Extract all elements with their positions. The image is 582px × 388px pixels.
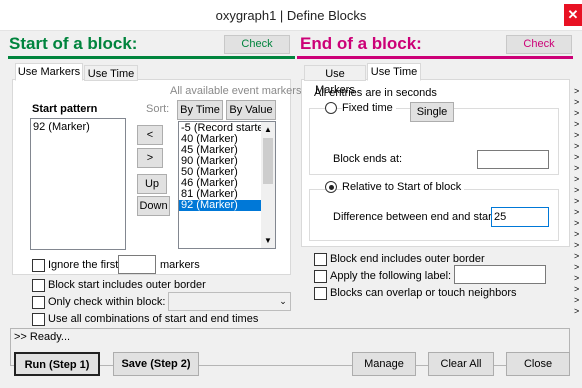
expand-arrow-icon[interactable]: > xyxy=(574,251,582,262)
log-text: >> Ready... xyxy=(14,331,71,343)
start-heading-underline xyxy=(8,56,295,59)
save-button[interactable]: Save (Step 2) xyxy=(113,352,199,376)
window-title: oxygraph1 | Define Blocks xyxy=(215,8,367,23)
tab-end-use-markers[interactable]: Use Markers xyxy=(304,65,366,96)
expand-arrow-icon[interactable]: > xyxy=(574,273,582,284)
scroll-up-icon[interactable]: ▲ xyxy=(262,125,274,135)
close-button[interactable]: Close xyxy=(506,352,570,376)
move-left-button[interactable]: < xyxy=(137,125,163,145)
chevron-down-icon[interactable]: ⌄ xyxy=(277,294,289,308)
fixed-time-radio[interactable] xyxy=(325,102,337,114)
start-outer-border-label: Block start includes outer border xyxy=(48,279,206,291)
overlap-checkbox[interactable] xyxy=(314,287,327,300)
expand-arrow-icon[interactable]: > xyxy=(574,130,582,141)
manage-button[interactable]: Manage xyxy=(352,352,416,376)
apply-label-input[interactable] xyxy=(454,265,546,284)
start-pattern-label: Start pattern xyxy=(32,103,98,115)
expand-arrow-icon[interactable]: > xyxy=(574,185,582,196)
start-outer-border-checkbox[interactable] xyxy=(32,279,45,292)
expand-arrow-icon[interactable]: > xyxy=(574,108,582,119)
combinations-label: Use all combinations of start and end ti… xyxy=(48,313,259,325)
end-outer-border-checkbox[interactable] xyxy=(314,253,327,266)
block-ends-input[interactable] xyxy=(477,150,549,169)
start-check-button[interactable]: Check xyxy=(224,35,290,54)
run-button[interactable]: Run (Step 1) xyxy=(14,352,100,376)
expand-arrow-icon[interactable]: > xyxy=(574,218,582,229)
start-block-heading: Start of a block: xyxy=(9,34,138,53)
expand-arrow-icon[interactable]: > xyxy=(574,284,582,295)
only-within-checkbox[interactable] xyxy=(32,296,45,309)
combinations-checkbox[interactable] xyxy=(32,313,45,326)
ignore-first-label: Ignore the first xyxy=(48,259,119,271)
expand-arrow-icon[interactable]: > xyxy=(574,240,582,251)
move-up-button[interactable]: Up xyxy=(137,174,167,194)
expand-arrow-icon[interactable]: > xyxy=(574,229,582,240)
seconds-label: All entries are in seconds xyxy=(314,87,437,99)
end-block-heading: End of a block: xyxy=(300,34,422,53)
list-item[interactable]: 92 (Marker) xyxy=(31,121,125,134)
markers-label: markers xyxy=(160,259,200,271)
expand-arrow-icon[interactable]: > xyxy=(574,174,582,185)
expand-arrow-icon[interactable]: > xyxy=(574,196,582,207)
difference-input[interactable]: 25 xyxy=(491,207,549,227)
tab-start-use-markers[interactable]: Use Markers xyxy=(15,63,83,81)
expand-arrow-icon[interactable]: > xyxy=(574,262,582,273)
all-markers-label: All available event markers xyxy=(170,85,302,97)
sort-by-time-button[interactable]: By Time xyxy=(177,100,223,120)
apply-label-checkbox[interactable] xyxy=(314,270,327,283)
block-ends-label: Block ends at: xyxy=(333,153,403,165)
clear-all-button[interactable]: Clear All xyxy=(428,352,494,376)
difference-label: Difference between end and start: xyxy=(333,211,498,223)
close-window-button[interactable]: ✕ xyxy=(564,4,582,26)
apply-label-label: Apply the following label: xyxy=(330,270,452,282)
expand-arrow-icon[interactable]: > xyxy=(574,86,582,97)
expand-arrow-icon[interactable]: > xyxy=(574,163,582,174)
expand-arrow-icon[interactable]: > xyxy=(574,295,582,306)
expand-arrow-icon[interactable]: > xyxy=(574,119,582,130)
fixed-time-label: Fixed time xyxy=(342,102,396,115)
only-within-select[interactable] xyxy=(168,292,291,311)
ignore-first-input[interactable] xyxy=(118,255,156,274)
end-check-button[interactable]: Check xyxy=(506,35,572,54)
tab-end-use-time[interactable]: Use Time xyxy=(367,63,421,81)
scrollbar-thumb[interactable] xyxy=(263,138,273,184)
expand-arrow-icon[interactable]: > xyxy=(574,141,582,152)
start-pattern-list[interactable]: 92 (Marker) xyxy=(30,118,126,250)
overlap-label: Blocks can overlap or touch neighbors xyxy=(330,287,517,299)
expand-arrow-icon[interactable]: > xyxy=(574,97,582,108)
end-heading-underline xyxy=(297,56,573,59)
move-down-button[interactable]: Down xyxy=(137,196,170,216)
relative-label: Relative to Start of block xyxy=(342,181,465,194)
relative-radio[interactable] xyxy=(325,181,337,193)
only-within-label: Only check within block: xyxy=(48,296,166,308)
tab-start-use-time[interactable]: Use Time xyxy=(84,65,138,81)
expand-arrow-icon[interactable]: > xyxy=(574,207,582,218)
scroll-down-icon[interactable]: ▼ xyxy=(262,236,274,246)
sort-label: Sort: xyxy=(146,103,170,115)
right-edge-arrows: > > > > > > > > > > > > > > > > > > > > … xyxy=(574,86,582,336)
ignore-first-checkbox[interactable] xyxy=(32,259,45,272)
sort-by-value-button[interactable]: By Value xyxy=(226,100,276,120)
expand-arrow-icon[interactable]: > xyxy=(574,306,582,317)
single-button[interactable]: Single xyxy=(410,102,454,122)
move-right-button[interactable]: > xyxy=(137,148,163,168)
expand-arrow-icon[interactable]: > xyxy=(574,152,582,163)
